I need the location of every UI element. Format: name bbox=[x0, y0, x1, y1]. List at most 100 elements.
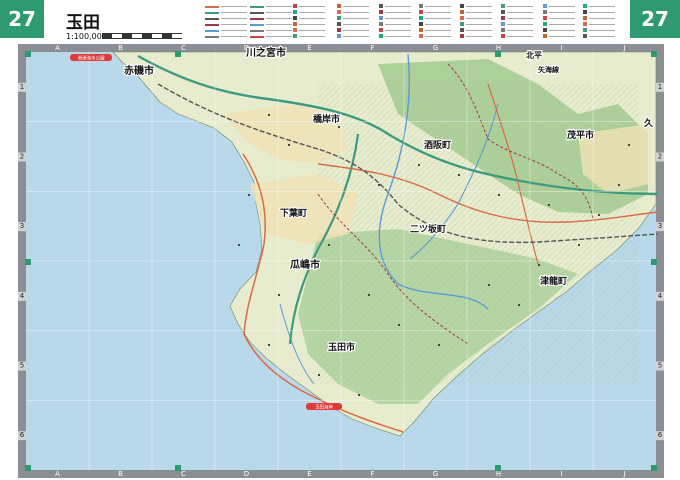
place-label-akaiso[interactable]: 赤磯市 bbox=[123, 63, 155, 78]
legend-label bbox=[589, 30, 615, 35]
legend-symbol-swatch bbox=[379, 10, 383, 14]
legend-label bbox=[589, 24, 615, 29]
legend-line-swatch bbox=[205, 36, 219, 38]
grid-row-label-right: 3 bbox=[658, 222, 662, 230]
legend-symbol-swatch bbox=[379, 4, 383, 8]
legend-label bbox=[425, 24, 451, 29]
legend-line-swatch bbox=[205, 18, 219, 20]
alignment-marker bbox=[25, 259, 31, 265]
legend-label bbox=[266, 18, 292, 23]
legend-label bbox=[385, 24, 411, 29]
map-canvas[interactable]: AABBCCDDEEFFGGHHIIJJ1 12 23 34 45 56 6 川之宮市赤磯市… bbox=[18, 44, 664, 478]
legend-symbol-swatch bbox=[583, 34, 587, 38]
legend-label bbox=[466, 18, 492, 23]
legend-label bbox=[266, 30, 292, 35]
place-label-kawanomiya[interactable]: 川之宮市 bbox=[244, 45, 287, 60]
legend-label bbox=[343, 18, 369, 23]
page-number-tab-right: 27 bbox=[630, 0, 680, 38]
place-label-kaisen[interactable]: 矢海線 bbox=[536, 64, 560, 75]
legend-symbol-swatch bbox=[293, 22, 297, 26]
grid-column-label-bottom: D bbox=[244, 470, 249, 478]
badge-bottom-label[interactable]: 玉田海岸 bbox=[315, 403, 333, 410]
legend-line-swatch bbox=[250, 24, 264, 26]
map-symbol bbox=[488, 284, 490, 286]
place-label-tamada[interactable]: 玉田市 bbox=[327, 340, 356, 354]
map-symbol bbox=[438, 344, 440, 346]
grid-row-label-right: 5 bbox=[658, 362, 662, 370]
legend-symbol-swatch bbox=[501, 16, 505, 20]
legend-label bbox=[343, 36, 369, 41]
legend-label bbox=[343, 12, 369, 17]
legend-label bbox=[221, 18, 247, 23]
map-frame[interactable]: AABBCCDDEEFFGGHHIIJJ112233445566 川之宮市 赤磯市… bbox=[18, 44, 664, 478]
legend-symbol-swatch bbox=[419, 16, 423, 20]
grid-row-label-right: 1 bbox=[658, 83, 662, 91]
legend-line-swatch bbox=[250, 6, 264, 8]
place-label-sakanocho[interactable]: 酒阪町 bbox=[423, 138, 452, 152]
legend-label bbox=[266, 6, 292, 11]
map-symbol bbox=[288, 144, 290, 146]
legend-label bbox=[385, 6, 411, 11]
legend-label bbox=[299, 6, 325, 11]
legend-label bbox=[425, 12, 451, 17]
grid-column-label-top: J bbox=[622, 44, 625, 52]
legend-symbol-swatch bbox=[583, 16, 587, 20]
legend-symbol-swatch bbox=[583, 28, 587, 32]
grid-column-label-bottom: F bbox=[370, 470, 374, 478]
map-symbol bbox=[358, 394, 360, 396]
legend-symbol-swatch bbox=[293, 10, 297, 14]
grid-column-label-bottom: H bbox=[496, 470, 501, 478]
map-symbol bbox=[268, 114, 270, 116]
legend-label bbox=[549, 12, 575, 17]
legend-label bbox=[466, 30, 492, 35]
legend-symbol-swatch bbox=[543, 34, 547, 38]
badge-top-label[interactable]: 滑浦海水公園 bbox=[78, 54, 105, 61]
legend-label bbox=[425, 36, 451, 41]
legend-symbol-swatch bbox=[293, 16, 297, 20]
alignment-marker bbox=[651, 51, 657, 57]
legend-label bbox=[299, 24, 325, 29]
place-label-tsuryu[interactable]: 津龍町 bbox=[539, 274, 568, 288]
legend-label bbox=[385, 36, 411, 41]
legend-label bbox=[266, 12, 292, 17]
legend-label bbox=[507, 30, 533, 35]
legend-label bbox=[466, 36, 492, 41]
place-label-mohira[interactable]: 茂平市 bbox=[565, 128, 595, 142]
legend-label bbox=[221, 12, 247, 17]
legend-label bbox=[466, 12, 492, 17]
legend-label bbox=[266, 24, 292, 29]
legend-label bbox=[266, 36, 292, 41]
grid-column-label-bottom: I bbox=[560, 470, 562, 478]
legend-label bbox=[507, 24, 533, 29]
grid-column-label-top: G bbox=[433, 44, 438, 52]
legend-symbol-swatch bbox=[583, 4, 587, 8]
legend-line-swatch bbox=[250, 12, 264, 14]
legend-symbol-swatch bbox=[419, 34, 423, 38]
legend-symbol-swatch bbox=[379, 16, 383, 20]
grid-column-label-top: H bbox=[496, 44, 501, 52]
grid-column-label-bottom: A bbox=[55, 470, 60, 478]
terrain-hatch bbox=[318, 84, 638, 384]
grid-column-label-top: C bbox=[181, 44, 186, 52]
place-label-kuji[interactable]: 久 bbox=[643, 116, 655, 130]
place-label-kita[interactable]: 北平 bbox=[525, 49, 543, 61]
map-symbol bbox=[548, 204, 550, 206]
legend-symbol-swatch bbox=[337, 28, 341, 32]
legend-label bbox=[221, 6, 247, 11]
map-symbol bbox=[318, 374, 320, 376]
place-label-hashigishi[interactable]: 橋岸市 bbox=[312, 112, 341, 126]
place-label-futatsusaka[interactable]: 二ツ坂町 bbox=[409, 222, 447, 236]
legend-symbol-swatch bbox=[583, 10, 587, 14]
map-symbol bbox=[248, 194, 250, 196]
legend-label bbox=[299, 30, 325, 35]
map-symbol bbox=[398, 324, 400, 326]
map-symbol bbox=[368, 294, 370, 296]
legend-symbol-swatch bbox=[543, 4, 547, 8]
legend-symbol-swatch bbox=[419, 4, 423, 8]
grid-row-label-left: 4 bbox=[20, 292, 25, 300]
grid-row-label-right: 2 bbox=[658, 153, 662, 161]
legend-symbol-swatch bbox=[293, 28, 297, 32]
place-label-urimine[interactable]: 瓜嶋市 bbox=[289, 257, 321, 272]
map-title: 玉田 bbox=[66, 13, 100, 33]
place-label-shimoha[interactable]: 下葉町 bbox=[279, 206, 308, 220]
